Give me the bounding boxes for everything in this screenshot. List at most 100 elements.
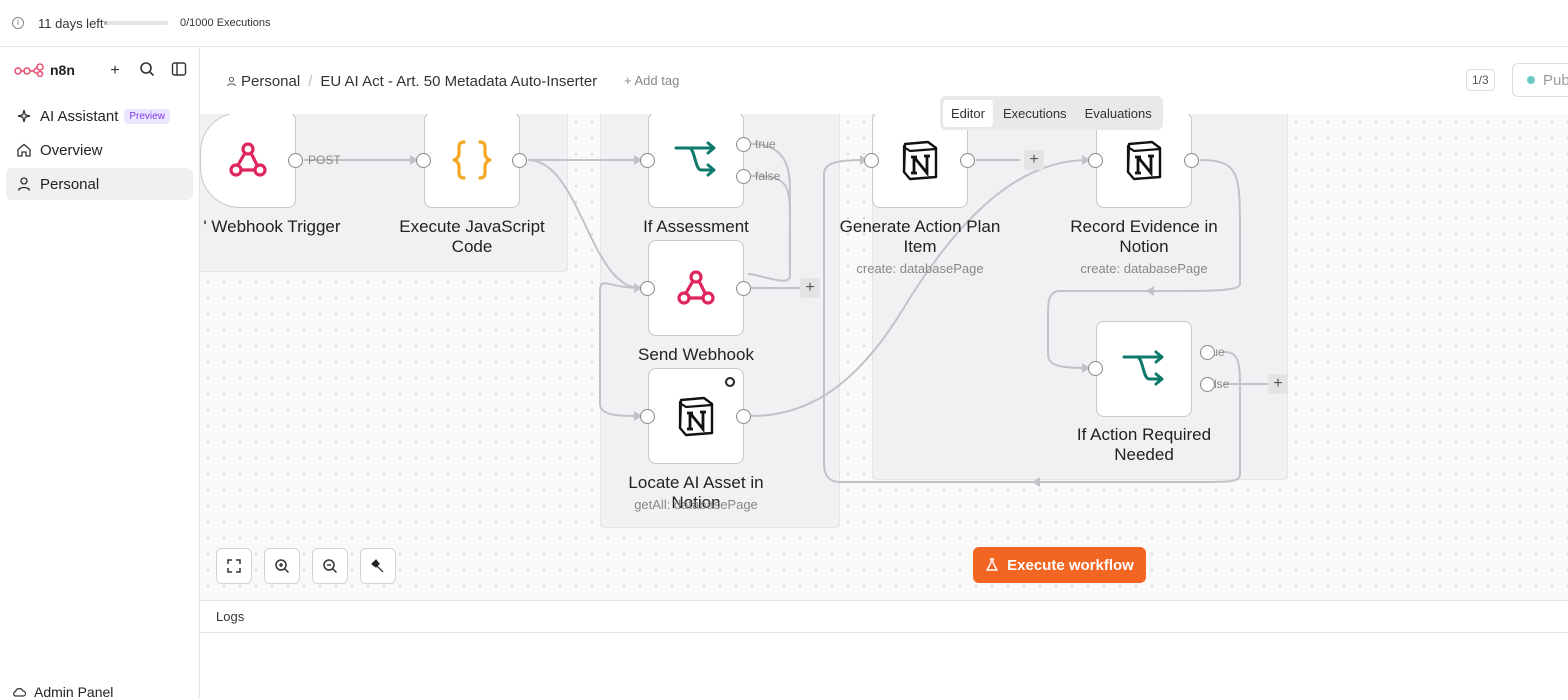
- trial-progress-fill: [104, 21, 108, 25]
- brand-name: n8n: [50, 62, 75, 78]
- workflow-header: Personal / EU AI Act - Art. 50 Metadata …: [200, 48, 1568, 114]
- edge-label-false: false: [755, 169, 781, 183]
- user-icon: [227, 76, 236, 87]
- node-if-action-required-needed[interactable]: [1096, 321, 1192, 417]
- node-subtitle: getAll: databasePage: [634, 497, 758, 512]
- search-icon[interactable]: [137, 61, 157, 81]
- notion-icon: [678, 396, 714, 437]
- info-icon: i: [12, 17, 24, 29]
- if-branch-icon: [674, 141, 716, 177]
- settings-icon: [725, 377, 735, 387]
- sidebar-item-ai-assistant[interactable]: AI Assistant Preview: [6, 100, 193, 132]
- node-label: Send Webhook: [638, 345, 754, 363]
- tab-evaluations[interactable]: Evaluations: [1077, 100, 1160, 127]
- if-branch-icon: [1122, 350, 1164, 386]
- node-send-webhook[interactable]: [648, 240, 744, 336]
- breadcrumb: Personal / EU AI Act - Art. 50 Metadata …: [226, 73, 597, 90]
- cloud-icon: [13, 688, 26, 697]
- node-locate-ai-asset-in-notion[interactable]: [648, 368, 744, 464]
- workflow-pager: 1/3: [1466, 69, 1495, 91]
- input-port[interactable]: [640, 153, 655, 168]
- output-port-true[interactable]: [736, 137, 751, 152]
- breadcrumb-separator: /: [308, 73, 313, 90]
- output-port-false[interactable]: [1200, 377, 1215, 392]
- logs-panel: Logs: [200, 600, 1568, 698]
- trial-bar: i 11 days left 0/1000 Executions: [0, 0, 1568, 47]
- tab-editor[interactable]: Editor: [943, 99, 993, 127]
- code-braces-icon: [452, 140, 492, 180]
- zoom-in-button[interactable]: [264, 548, 300, 584]
- publish-button[interactable]: Pub: [1512, 63, 1568, 97]
- node-label: Generate Action Plan Item: [839, 217, 1001, 256]
- trial-progress-bar: [104, 21, 168, 25]
- zoom-out-button[interactable]: [312, 548, 348, 584]
- publish-label: Pub: [1543, 71, 1568, 89]
- execute-workflow-button[interactable]: Execute workflow: [973, 547, 1146, 583]
- sparkles-icon: [16, 108, 32, 124]
- project-link[interactable]: Personal: [226, 73, 300, 90]
- node-label: Record Evidence in Notion: [1070, 217, 1218, 256]
- tidy-up-button[interactable]: [360, 548, 396, 584]
- output-port[interactable]: [960, 153, 975, 168]
- add-node-button[interactable]: +: [1024, 150, 1044, 170]
- n8n-logo[interactable]: n8n: [14, 62, 75, 78]
- input-port[interactable]: [640, 281, 655, 296]
- sidebar: n8n + AI Assistant Preview Overview Pers…: [0, 48, 200, 700]
- add-tag-button[interactable]: + Add tag: [624, 73, 679, 88]
- input-port[interactable]: [864, 153, 879, 168]
- sidebar-item-overview[interactable]: Overview: [6, 134, 193, 166]
- add-node-button[interactable]: +: [1268, 374, 1288, 394]
- node-label: Execute JavaScript Code: [399, 217, 545, 256]
- user-icon: [16, 176, 32, 192]
- node-subtitle: create: databasePage: [856, 261, 984, 276]
- zoom-in-icon: [275, 559, 290, 574]
- project-name: Personal: [241, 73, 301, 90]
- notion-icon: [1126, 140, 1162, 181]
- status-dot: [1527, 76, 1535, 84]
- edge-label-post: POST: [308, 153, 341, 167]
- broom-icon: [371, 559, 384, 573]
- preview-badge: Preview: [124, 108, 170, 124]
- input-port[interactable]: [416, 153, 431, 168]
- node-label: ' Webhook Trigger: [203, 217, 341, 236]
- node-execute-javascript-code[interactable]: [424, 114, 520, 208]
- output-port[interactable]: [736, 281, 751, 296]
- node-if-assessment-applicable[interactable]: [648, 114, 744, 208]
- n8n-logo-icon: [14, 63, 44, 77]
- add-icon[interactable]: +: [105, 61, 125, 81]
- input-port[interactable]: [640, 409, 655, 424]
- trial-days-text: 11 days left: [38, 16, 104, 31]
- webhook-icon: [229, 142, 267, 177]
- view-tabs: Editor Executions Evaluations: [940, 96, 1163, 130]
- execute-workflow-label: Execute workflow: [1007, 556, 1134, 574]
- input-port[interactable]: [1088, 361, 1103, 376]
- executions-count: 0/1000 Executions: [180, 17, 271, 29]
- sidebar-item-personal[interactable]: Personal: [6, 168, 193, 200]
- add-node-button[interactable]: +: [800, 278, 820, 298]
- workflow-name[interactable]: EU AI Act - Art. 50 Metadata Auto-Insert…: [320, 73, 597, 90]
- sidebar-item-label: AI Assistant: [40, 107, 119, 125]
- sidebar-item-label: Personal: [40, 175, 100, 193]
- home-icon: [16, 142, 32, 158]
- output-port-false[interactable]: [736, 169, 751, 184]
- webhook-icon: [677, 270, 715, 305]
- edge-label-true: true: [755, 137, 776, 151]
- node-webhook-trigger[interactable]: [200, 114, 296, 208]
- node-label: If Action Required Needed: [1076, 425, 1212, 464]
- output-port-true[interactable]: [1200, 345, 1215, 360]
- sidebar-toggle-icon[interactable]: [169, 61, 189, 81]
- flask-icon: [986, 558, 998, 571]
- workflow-canvas[interactable]: POST true false true false ' Webhook Tri…: [200, 114, 1568, 600]
- output-port[interactable]: [736, 409, 751, 424]
- tab-executions[interactable]: Executions: [995, 100, 1075, 127]
- node-subtitle: create: databasePage: [1080, 261, 1208, 276]
- output-port[interactable]: [1184, 153, 1199, 168]
- logs-title[interactable]: Logs: [200, 601, 1568, 633]
- input-port[interactable]: [1088, 153, 1103, 168]
- fullscreen-icon: [227, 559, 241, 573]
- zoom-out-icon: [323, 559, 338, 574]
- sidebar-item-label: Overview: [40, 141, 103, 159]
- zoom-to-fit-button[interactable]: [216, 548, 252, 584]
- output-port[interactable]: [512, 153, 527, 168]
- output-port[interactable]: [288, 153, 303, 168]
